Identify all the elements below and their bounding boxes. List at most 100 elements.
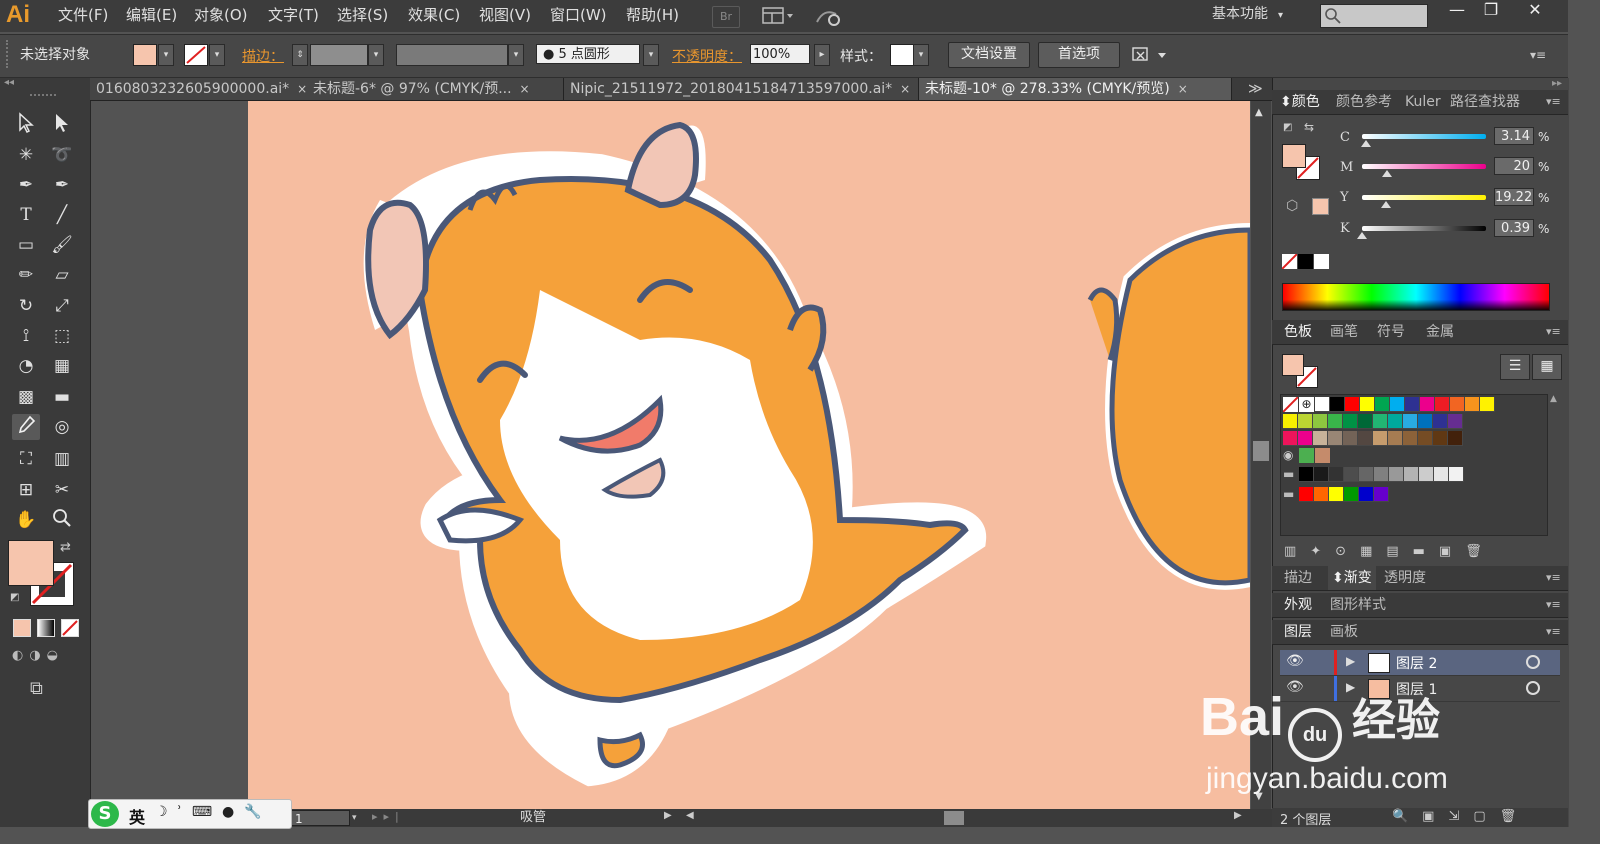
swatch[interactable] (1403, 431, 1418, 446)
artboard[interactable] (248, 101, 1250, 809)
close-icon[interactable]: × (1178, 82, 1188, 96)
menu-view[interactable]: 视图(V) (479, 0, 531, 32)
tab-layers[interactable]: 图层 (1284, 620, 1312, 644)
swatch[interactable] (1358, 414, 1373, 429)
tab-gradient[interactable]: ⬍渐变 (1328, 566, 1376, 590)
minimize-button[interactable]: — (1440, 0, 1474, 22)
white-swatch[interactable] (1314, 254, 1329, 269)
swatch[interactable] (1344, 467, 1359, 482)
default-colors-icon[interactable]: ◩ (10, 592, 22, 604)
swatch[interactable] (1433, 414, 1448, 429)
swatch[interactable] (1375, 397, 1390, 412)
rectangle-tool-icon[interactable]: ▭ (12, 232, 40, 258)
swatch-fill-proxy[interactable] (1282, 354, 1304, 376)
scroll-up-icon[interactable]: ▲ (1255, 107, 1263, 118)
swatch[interactable] (1330, 397, 1345, 412)
blend-tool-icon[interactable]: ◎ (48, 414, 76, 440)
swatch[interactable] (1418, 414, 1433, 429)
swatches-scrollbar[interactable]: ▲ (1550, 394, 1560, 534)
menu-window[interactable]: 窗口(W) (550, 0, 607, 32)
swatch[interactable] (1390, 397, 1405, 412)
tab-overflow-button[interactable]: ≫ (1248, 78, 1268, 100)
lasso-tool-icon[interactable]: ➰ (48, 142, 76, 168)
brush-dropdown[interactable]: ▾ (643, 44, 659, 66)
menu-type[interactable]: 文字(T) (268, 0, 319, 32)
scrollbar-thumb[interactable] (1253, 441, 1269, 461)
swatch[interactable] (1343, 414, 1358, 429)
fill-proxy[interactable] (1282, 144, 1306, 168)
swatch[interactable] (1344, 487, 1359, 502)
scroll-right-icon[interactable]: ▶ (1234, 810, 1242, 821)
opacity-arrow[interactable]: ▸ (814, 44, 830, 66)
swap-fill-stroke-icon[interactable]: ⇄ (60, 540, 76, 556)
menu-file[interactable]: 文件(F) (58, 0, 108, 32)
panel-menu-icon[interactable]: ▾≡ (1546, 593, 1561, 617)
swatch[interactable] (1329, 487, 1344, 502)
swatch[interactable] (1328, 431, 1343, 446)
swatch[interactable] (1374, 487, 1389, 502)
swatch[interactable] (1419, 467, 1434, 482)
menu-edit[interactable]: 编辑(E) (126, 0, 177, 32)
none-swatch[interactable] (1281, 253, 1298, 270)
channel-k-slider[interactable] (1362, 226, 1486, 231)
mesh-tool-icon[interactable]: ▩ (12, 384, 40, 410)
swatch[interactable] (1373, 431, 1388, 446)
stroke-link[interactable]: 描边： (242, 46, 284, 66)
ime-tool-icons[interactable]: ☽ʾ⌨●🔧 (155, 804, 272, 820)
close-icon[interactable]: × (297, 82, 307, 96)
ime-toolbar[interactable]: S 英 ☽ʾ⌨●🔧 (88, 799, 292, 829)
rotate-tool-icon[interactable]: ↻ (12, 293, 40, 319)
artboard-number-field[interactable]: 1 (290, 810, 350, 826)
preferences-button[interactable]: 首选项 (1038, 42, 1120, 68)
tab-kuler[interactable]: Kuler (1405, 90, 1441, 114)
swatch[interactable] (1389, 467, 1404, 482)
layer-toolbar-icons[interactable]: 🔍▣⇲▢🗑 (1392, 809, 1530, 824)
width-tool-icon[interactable]: ⟟ (12, 323, 40, 349)
paintbrush-tool-icon[interactable]: 🖌 (48, 232, 76, 258)
tab-document-2[interactable]: 未标题-6* @ 97% (CMYK/预... × (307, 78, 564, 100)
swatch[interactable] (1480, 397, 1495, 412)
color-spectrum-bar[interactable] (1282, 283, 1550, 311)
horizontal-scrollbar-thumb[interactable] (944, 811, 964, 825)
tab-symbols[interactable]: 符号 (1377, 320, 1405, 344)
column-graph-tool-icon[interactable]: ▥ (48, 446, 76, 472)
scale-tool-icon[interactable]: ⤢ (48, 293, 76, 319)
channel-y-value[interactable]: 19.22 (1494, 188, 1534, 206)
tab-brushes[interactable]: 画笔 (1330, 320, 1358, 344)
style-dropdown[interactable]: ▾ (913, 44, 929, 66)
brush-definition[interactable]: ● 5 点圆形 (536, 44, 640, 64)
tab-stroke[interactable]: 描边 (1284, 566, 1312, 590)
pattern-swatch-icon[interactable]: ◉ (1283, 448, 1298, 463)
panel-menu-icon[interactable]: ▾≡ (1530, 48, 1550, 62)
menu-select[interactable]: 选择(S) (337, 0, 388, 32)
chevron-down-icon[interactable]: ▾ (352, 810, 364, 826)
eyedropper-tool-icon[interactable] (12, 414, 40, 440)
swatch[interactable] (1313, 431, 1328, 446)
gpu-performance-icon[interactable] (814, 6, 842, 28)
collapse-panels-icon[interactable]: ▸▸ (1552, 78, 1562, 89)
color-mode-button[interactable] (13, 619, 31, 637)
close-icon[interactable]: × (520, 82, 530, 96)
canvas[interactable] (92, 101, 1250, 809)
pattern-swatch[interactable] (1299, 448, 1314, 463)
panel-menu-icon[interactable]: ▾≡ (1546, 90, 1561, 114)
tab-pathfinder[interactable]: 路径查找器 (1450, 90, 1520, 114)
tab-transparency[interactable]: 透明度 (1384, 566, 1426, 590)
swatch[interactable] (1360, 397, 1375, 412)
stroke-weight-field[interactable] (310, 44, 368, 66)
layer-name[interactable]: 图层 2 (1396, 653, 1437, 673)
opacity-link[interactable]: 不透明度： (672, 46, 742, 66)
shape-builder-tool-icon[interactable]: ◔ (12, 353, 40, 379)
tab-metal[interactable]: 金属 (1426, 320, 1454, 344)
artboard-tool-icon[interactable]: ⊞ (12, 477, 40, 503)
target-icon[interactable] (1526, 681, 1540, 695)
channel-m-knob[interactable] (1382, 170, 1392, 177)
swatch[interactable] (1345, 397, 1360, 412)
swatch[interactable] (1283, 414, 1298, 429)
curvature-tool-icon[interactable]: ✒ (48, 172, 76, 198)
swatch[interactable] (1359, 487, 1374, 502)
out-of-gamut-icon[interactable]: ⬡ (1286, 198, 1298, 214)
artboard-nav-icons[interactable]: ▸▸| (372, 810, 405, 823)
fill-swatch[interactable] (133, 44, 157, 66)
tab-document-3[interactable]: Nipic_21511972_20180415184713597000.ai* × (564, 78, 919, 100)
